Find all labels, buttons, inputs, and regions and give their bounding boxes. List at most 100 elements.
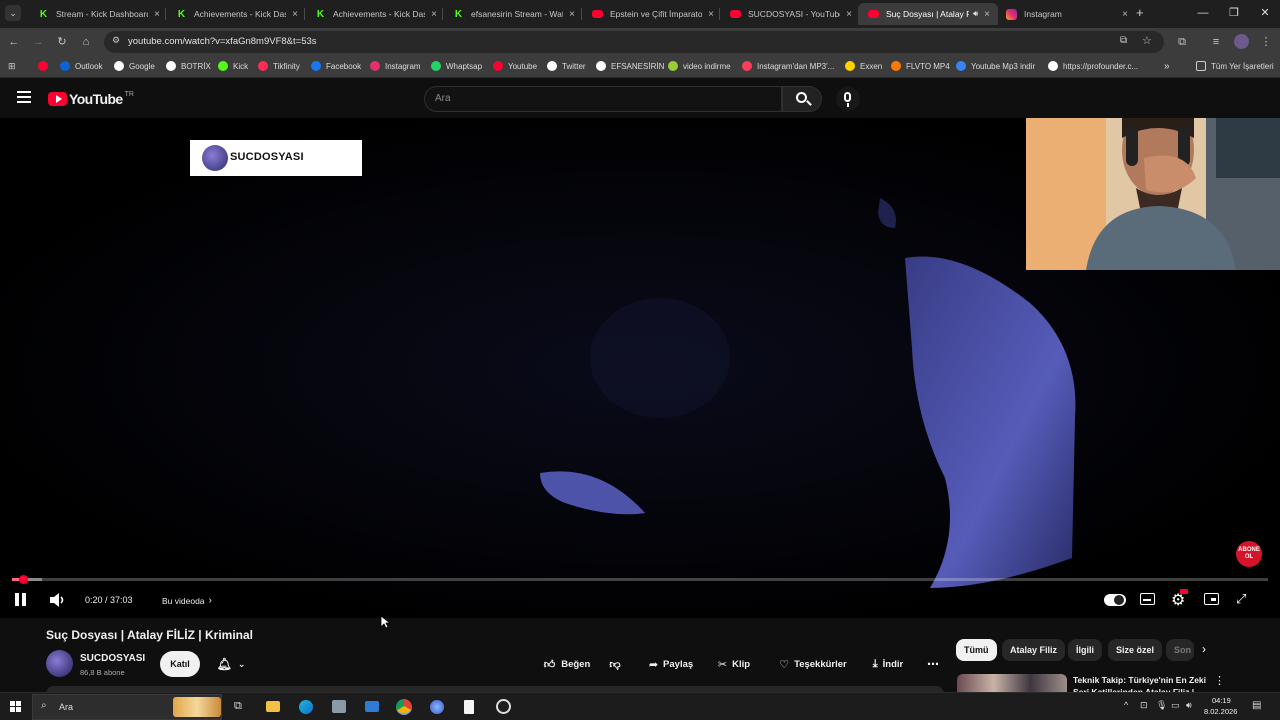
tray-overflow-icon[interactable]: ^ <box>1124 700 1128 710</box>
site-info-icon[interactable]: ⚙ <box>112 35 120 46</box>
next-video-title-line1[interactable]: Teknik Takip: Türkiye'nin En Zeki <box>1073 675 1206 685</box>
close-tab-icon[interactable]: × <box>984 9 990 20</box>
close-tab-icon[interactable]: × <box>431 9 437 20</box>
search-button[interactable] <box>782 86 822 112</box>
browser-app-icon[interactable] <box>430 700 444 714</box>
more-actions-button[interactable]: ⋯ <box>920 650 946 678</box>
restore-button[interactable]: ❐ <box>1219 4 1249 22</box>
bookmark-item[interactable]: Tikfinity <box>258 61 300 71</box>
hamburger-menu-icon[interactable] <box>17 91 31 103</box>
browser-tab[interactable]: Kefsanesirin Stream - Watc × <box>443 3 583 25</box>
filter-chip[interactable]: Son <box>1166 639 1194 661</box>
browser-tab[interactable]: Suç Dosyası | Atalay F 🔊︎ × <box>858 3 998 25</box>
bookmark-item[interactable]: Youtube <box>493 61 537 71</box>
browser-tab[interactable]: K Stream - Kick Dashboard × <box>28 3 168 25</box>
subtitles-button[interactable] <box>1140 593 1155 605</box>
browser-tab[interactable]: Epstein ve Çifit İmparatorl × <box>582 3 722 25</box>
pause-button[interactable] <box>14 593 28 607</box>
filter-chip[interactable]: Tümü <box>956 639 997 661</box>
chrome-taskbar-icon[interactable] <box>396 699 412 715</box>
back-icon[interactable]: ← <box>6 34 22 50</box>
edge-browser-icon[interactable] <box>299 700 313 714</box>
settings-button[interactable]: ⚙ <box>1171 589 1188 610</box>
profile-avatar[interactable] <box>1234 34 1249 49</box>
share-button[interactable]: ➦ Paylaş <box>640 650 702 678</box>
clip-button[interactable]: ✂ Klip <box>710 650 758 678</box>
fullscreen-button[interactable]: ⤢ <box>1236 591 1246 607</box>
new-tab-button[interactable]: + <box>1136 5 1144 20</box>
clock-time[interactable]: 04:19 <box>1212 696 1231 705</box>
thanks-button[interactable]: ♡ Teşekkürler <box>768 650 858 678</box>
filter-chip[interactable]: İlgili <box>1068 639 1102 661</box>
address-bar[interactable]: ⚙ youtube.com/watch?v=xfaGn8m9VF8&t=53s … <box>104 31 1164 53</box>
miniplayer-button[interactable] <box>1204 593 1219 605</box>
bookmark-item[interactable]: Twitter <box>547 61 586 71</box>
tab-search-button[interactable]: ⌄ <box>5 5 21 21</box>
close-tab-icon[interactable]: × <box>1122 9 1128 20</box>
mail-app-icon[interactable] <box>365 701 379 712</box>
chapter-button[interactable]: Bu videoda › <box>162 595 212 606</box>
bookmark-item[interactable]: Kick <box>218 61 248 71</box>
bookmark-item[interactable]: video indirme <box>668 61 731 71</box>
microphone-tray-icon[interactable]: 🎙︎ <box>1156 700 1167 711</box>
install-app-icon[interactable]: ⧉ <box>1120 35 1127 46</box>
bookmark-item[interactable]: Facebook <box>311 61 361 71</box>
filter-chip[interactable]: Atalay Filiz <box>1002 639 1066 661</box>
next-video-menu-icon[interactable]: ⋮ <box>1214 674 1225 687</box>
volume-tray-icon[interactable]: 🔊︎ <box>1186 700 1192 711</box>
media-controls-icon[interactable]: ≡ <box>1208 34 1224 50</box>
bookmark-item[interactable] <box>38 61 53 71</box>
apps-grid-icon[interactable]: ⊞ <box>8 61 16 72</box>
browser-tab[interactable]: K Achievements - Kick Dash × <box>166 3 306 25</box>
tab-audio-icon[interactable]: 🔊︎ <box>973 9 978 19</box>
task-view-icon[interactable]: ⧉ <box>234 700 242 713</box>
subscribe-badge[interactable]: ABONE OL <box>1236 541 1262 567</box>
channel-name[interactable]: SUCDOSYASI <box>80 653 145 664</box>
forward-icon[interactable]: → <box>30 34 46 50</box>
close-tab-icon[interactable]: × <box>154 9 160 20</box>
bookmark-item[interactable]: Whaptsap <box>431 61 482 71</box>
next-video-thumbnail[interactable] <box>957 674 1067 694</box>
home-icon[interactable]: ⌂ <box>78 34 94 50</box>
start-button[interactable] <box>10 701 22 713</box>
join-button[interactable]: Katıl <box>160 651 200 677</box>
search-input[interactable]: Ara <box>424 86 782 112</box>
filter-chip[interactable]: Size özel <box>1108 639 1163 661</box>
tray-app-icon[interactable]: ⊡ <box>1140 700 1148 711</box>
bookmark-item[interactable]: Instagram'dan MP3'... <box>742 61 834 71</box>
clock-date[interactable]: 8.02.2026 <box>1204 707 1237 716</box>
chips-next-arrow[interactable]: › <box>1202 642 1206 656</box>
video-player[interactable]: SUCDOSYASI ABONE OL 0:20 / 37:03 Bu vide… <box>0 118 1280 618</box>
taskbar-search-box[interactable]: ⌕ Ara <box>32 694 222 720</box>
youtube-logo[interactable]: YouTube TR <box>48 91 134 107</box>
bookmark-item[interactable]: Instagram <box>370 61 421 71</box>
bookmark-item[interactable]: FLVTO MP4 <box>891 61 950 71</box>
display-tray-icon[interactable]: ▭ <box>1171 700 1180 711</box>
bookmark-star-icon[interactable]: ☆ <box>1142 34 1152 47</box>
close-tab-icon[interactable]: × <box>846 9 852 20</box>
bookmark-item[interactable]: Outlook <box>60 61 103 71</box>
close-tab-icon[interactable]: × <box>708 9 714 20</box>
close-window-button[interactable]: ✕ <box>1250 4 1280 22</box>
bookmark-item[interactable]: https://profounder.c... <box>1048 61 1138 71</box>
bookmark-item[interactable]: Youtube Mp3 indir <box>956 61 1035 71</box>
all-bookmarks-folder[interactable]: Tüm Yer İşaretleri <box>1196 61 1274 71</box>
bookmarks-overflow-button[interactable]: » <box>1164 61 1170 72</box>
browser-tab[interactable]: Instagram × <box>996 3 1136 25</box>
reload-icon[interactable]: ↻ <box>54 34 70 50</box>
obs-app-icon[interactable] <box>496 699 511 714</box>
close-tab-icon[interactable]: × <box>569 9 575 20</box>
browser-menu-icon[interactable]: ⋮ <box>1258 34 1274 50</box>
volume-button[interactable] <box>48 592 66 613</box>
minimize-button[interactable]: — <box>1188 4 1218 22</box>
progress-bar[interactable] <box>12 575 1268 584</box>
channel-avatar[interactable] <box>46 650 73 677</box>
download-button[interactable]: ⤓ İndir <box>862 650 914 678</box>
close-tab-icon[interactable]: × <box>292 9 298 20</box>
store-app-icon[interactable] <box>332 700 346 713</box>
browser-tab[interactable]: SUCDOSYASI - YouTube × <box>720 3 860 25</box>
bookmark-item[interactable]: EFSANESİRİN <box>596 61 664 71</box>
bookmark-item[interactable]: Exxen <box>845 61 882 71</box>
like-button[interactable]: 👍︎ Beğen <box>536 650 598 678</box>
notifications-icon[interactable]: ▤ <box>1252 700 1261 711</box>
